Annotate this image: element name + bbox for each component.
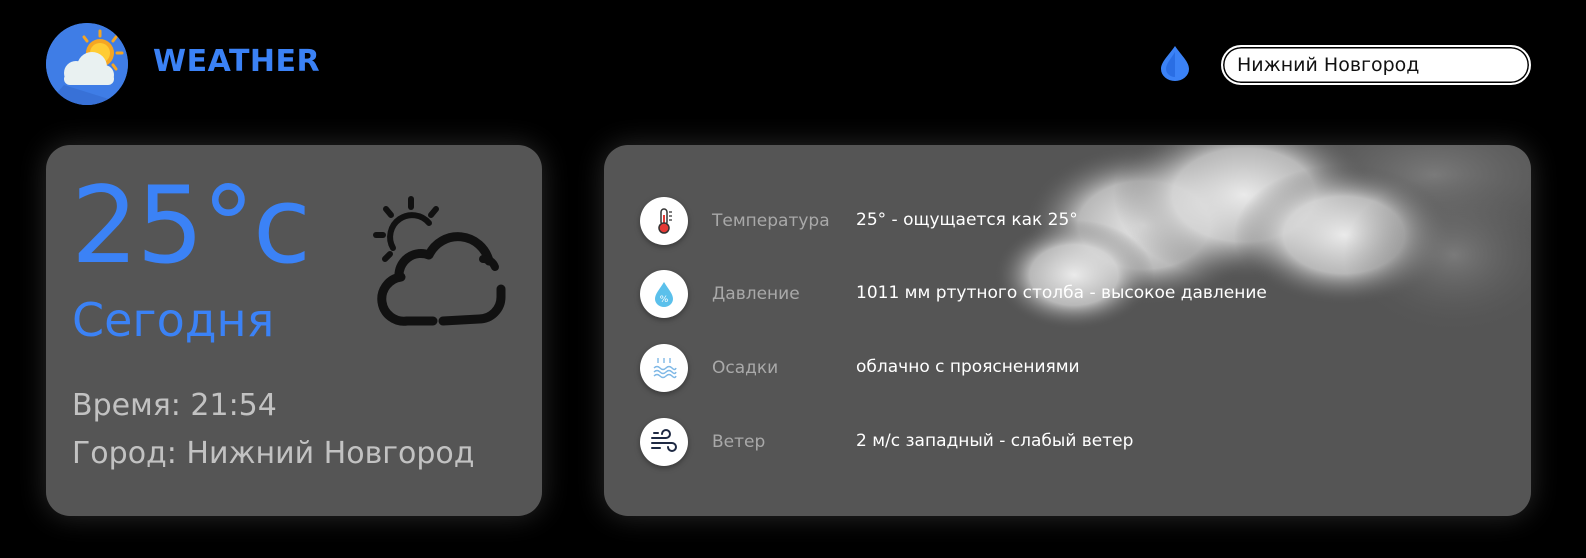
detail-label: Давление (712, 284, 800, 304)
thermometer-icon (640, 197, 688, 245)
detail-label: Ветер (712, 432, 766, 452)
detail-label: Осадки (712, 358, 779, 378)
pressure-drop-icon: % (640, 270, 688, 318)
theme-toggle-drop-icon[interactable] (1158, 44, 1192, 82)
detail-value: 1011 мм ртутного столба - высокое давлен… (856, 283, 1267, 303)
weather-details-card: Температура 25° - ощущается как 25° % Да… (604, 145, 1531, 516)
detail-value: 25° - ощущается как 25° (856, 210, 1078, 230)
logo-icon (46, 23, 128, 105)
detail-row-pressure: % Давление 1011 мм ртутного столба - выс… (640, 270, 1500, 320)
header: WEATHER (0, 0, 1586, 130)
svg-text:%: % (660, 295, 669, 305)
city-search-input[interactable] (1221, 45, 1531, 85)
app-title: WEATHER (153, 44, 321, 79)
partly-cloudy-icon (371, 193, 511, 333)
detail-row-precipitation: Осадки облачно с прояснениями (640, 344, 1500, 394)
detail-row-temperature: Температура 25° - ощущается как 25° (640, 197, 1500, 247)
detail-label: Температура (712, 211, 830, 231)
current-time: Время: 21:54 (72, 388, 277, 423)
detail-value: облачно с прояснениями (856, 357, 1080, 377)
detail-value: 2 м/с западный - слабый ветер (856, 431, 1134, 451)
current-weather-card: 25°c Сегодня Время: 21:54 Город: Нижний … (46, 145, 542, 516)
current-temperature: 25°c (71, 164, 311, 287)
day-label: Сегодня (72, 293, 275, 347)
detail-row-wind: Ветер 2 м/с западный - слабый ветер (640, 418, 1500, 468)
current-city: Город: Нижний Новгород (72, 436, 475, 471)
precipitation-icon (640, 344, 688, 392)
wind-icon (640, 418, 688, 466)
